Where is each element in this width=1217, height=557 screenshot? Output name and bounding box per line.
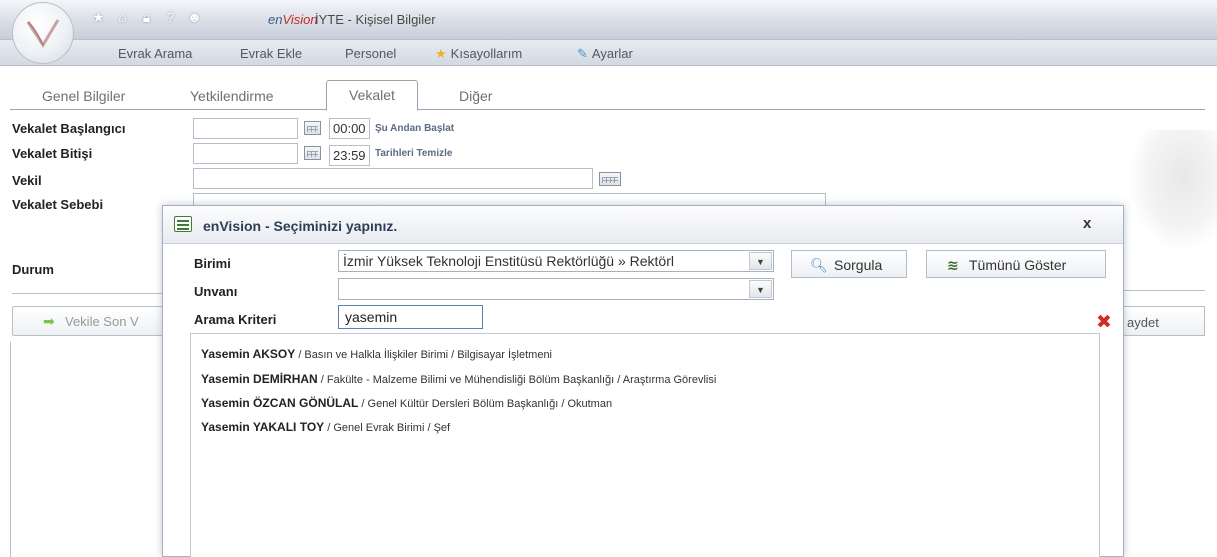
brand-vision-text: Vision	[282, 12, 318, 27]
vekile-son-button[interactable]: ➡ Vekile Son V	[12, 306, 172, 336]
form-icon	[174, 216, 192, 232]
vekalet-baslangic-label: Vekalet Başlangıcı	[12, 121, 126, 136]
tab-genel-bilgiler[interactable]: Genel Bilgiler	[20, 85, 147, 111]
search-criteria-input[interactable]: yasemin	[338, 305, 483, 329]
menu-bar: Evrak Arama Evrak Ekle Personel ★ Kısayol…	[0, 40, 1217, 66]
list-item[interactable]: Yasemin AKSOY / Basın ve Halkla İlişkile…	[201, 347, 552, 361]
calendar-icon[interactable]	[304, 121, 321, 135]
menu-ayarlar-label: Ayarlar	[591, 46, 633, 61]
chevron-down-icon[interactable]: ▼	[749, 280, 772, 298]
result-name: Yasemin YAKALI TOY	[201, 420, 325, 434]
birimi-value: İzmir Yüksek Teknoloji Enstitüsü Rektörl…	[343, 253, 674, 269]
vekil-input[interactable]	[193, 168, 593, 189]
tab-vekalet[interactable]: Vekalet	[326, 80, 418, 111]
list-item[interactable]: Yasemin DEMİRHAN / Fakülte - Malzeme Bil…	[201, 372, 716, 386]
result-name: Yasemin AKSOY	[201, 347, 296, 361]
result-detail: / Fakülte - Malzeme Bilimi ve Mühendisli…	[317, 374, 717, 386]
selection-dialog: enVision - Seçiminizi yapınız. x Birimi …	[162, 205, 1124, 557]
page-title: İYTE - Kişisel Bilgiler	[315, 12, 436, 27]
unvani-label: Unvanı	[194, 284, 238, 299]
tab-yetkilendirme[interactable]: Yetkilendirme	[168, 85, 296, 111]
users-icon[interactable]: ☻	[187, 10, 202, 25]
divider	[1120, 290, 1205, 291]
save-button[interactable]: aydet	[1110, 306, 1205, 336]
birimi-label: Birimi	[194, 256, 231, 271]
quick-icons: ★ ⌂ 🔒︎ ? ☻	[91, 10, 202, 25]
show-all-button-label: Tümünü Göster	[969, 257, 1067, 273]
durum-label: Durum	[12, 262, 54, 277]
logo-v-icon	[26, 19, 60, 48]
lock-icon[interactable]: 🔒︎	[139, 10, 154, 25]
star-icon[interactable]: ★	[91, 10, 106, 25]
result-detail: / Basın ve Halkla İlişkiler Birimi / Bil…	[295, 349, 553, 361]
start-time-input[interactable]: 00:00	[329, 118, 370, 139]
list-icon: ≋	[947, 257, 959, 273]
lookup-icon[interactable]	[599, 172, 621, 186]
menu-personel[interactable]: Personel	[345, 46, 396, 61]
star-icon: ★	[435, 46, 447, 61]
home-icon[interactable]: ⌂	[115, 10, 130, 25]
dialog-header: enVision - Seçiminizi yapınız. x	[163, 206, 1123, 244]
calendar-icon[interactable]	[304, 146, 321, 160]
search-icon: 🔍︎	[810, 257, 828, 273]
menu-ayarlar[interactable]: ✎ Ayarlar	[577, 46, 633, 62]
birimi-select[interactable]: İzmir Yüksek Teknoloji Enstitüsü Rektörl…	[338, 250, 774, 272]
tab-strip: Genel Bilgiler Yetkilendirme Vekalet Diğ…	[10, 80, 1205, 111]
menu-kisayollarim[interactable]: ★ Kısayollarım	[435, 46, 522, 62]
dialog-title: enVision - Seçiminizi yapınız.	[203, 218, 398, 234]
divider	[12, 293, 162, 294]
help-icon[interactable]: ?	[163, 10, 178, 25]
list-item[interactable]: Yasemin YAKALI TOY / Genel Evrak Birimi …	[201, 420, 450, 434]
app-brand: enVision	[268, 12, 318, 27]
arama-kriteri-label: Arama Kriteri	[194, 312, 277, 327]
vekalet-sebebi-label: Vekalet Sebebi	[12, 197, 104, 212]
result-name: Yasemin ÖZCAN GÖNÜLAL	[201, 396, 359, 410]
clear-dates-link[interactable]: Tarihleri Temizle	[375, 148, 452, 159]
start-date-input[interactable]	[193, 118, 298, 139]
results-list: Yasemin AKSOY / Basın ve Halkla İlişkile…	[190, 333, 1100, 557]
menu-evrak-arama[interactable]: Evrak Arama	[118, 46, 192, 61]
menu-evrak-ekle[interactable]: Evrak Ekle	[240, 46, 302, 61]
start-now-link[interactable]: Şu Andan Başlat	[375, 123, 454, 134]
vekile-son-label: Vekile Son V	[65, 314, 139, 329]
show-all-button[interactable]: ≋ Tümünü Göster	[926, 250, 1106, 278]
result-name: Yasemin DEMİRHAN	[201, 372, 318, 386]
menu-kisayollarim-label: Kısayollarım	[450, 46, 523, 61]
vekalet-bitis-label: Vekalet Bitişi	[12, 146, 93, 161]
title-bar: ★ ⌂ 🔒︎ ? ☻ enVision İYTE - Kişisel Bilgi…	[0, 0, 1217, 40]
end-time-input[interactable]: 23:59	[329, 145, 370, 166]
unvani-select[interactable]: ▼	[338, 278, 774, 300]
search-button[interactable]: 🔍︎ Sorgula	[791, 250, 907, 278]
chevron-down-icon[interactable]: ▼	[749, 252, 772, 270]
settings-icon: ✎	[577, 46, 588, 61]
frame-border	[10, 342, 11, 557]
background-decoration	[1130, 130, 1217, 250]
arrow-right-icon: ➡	[43, 313, 55, 329]
vekil-label: Vekil	[12, 173, 42, 188]
clear-icon[interactable]: ✖	[1096, 311, 1112, 334]
end-date-input[interactable]	[193, 143, 298, 164]
result-detail: / Genel Evrak Birimi / Şef	[324, 422, 451, 434]
list-item[interactable]: Yasemin ÖZCAN GÖNÜLAL / Genel Kültür Der…	[201, 396, 612, 410]
search-button-label: Sorgula	[834, 257, 883, 273]
close-icon[interactable]: x	[1083, 215, 1091, 232]
result-detail: / Genel Kültür Dersleri Bölüm Başkanlığı…	[358, 398, 613, 410]
tab-diger[interactable]: Diğer	[437, 85, 514, 111]
brand-env-text: en	[268, 12, 283, 27]
app-logo[interactable]	[12, 2, 74, 64]
